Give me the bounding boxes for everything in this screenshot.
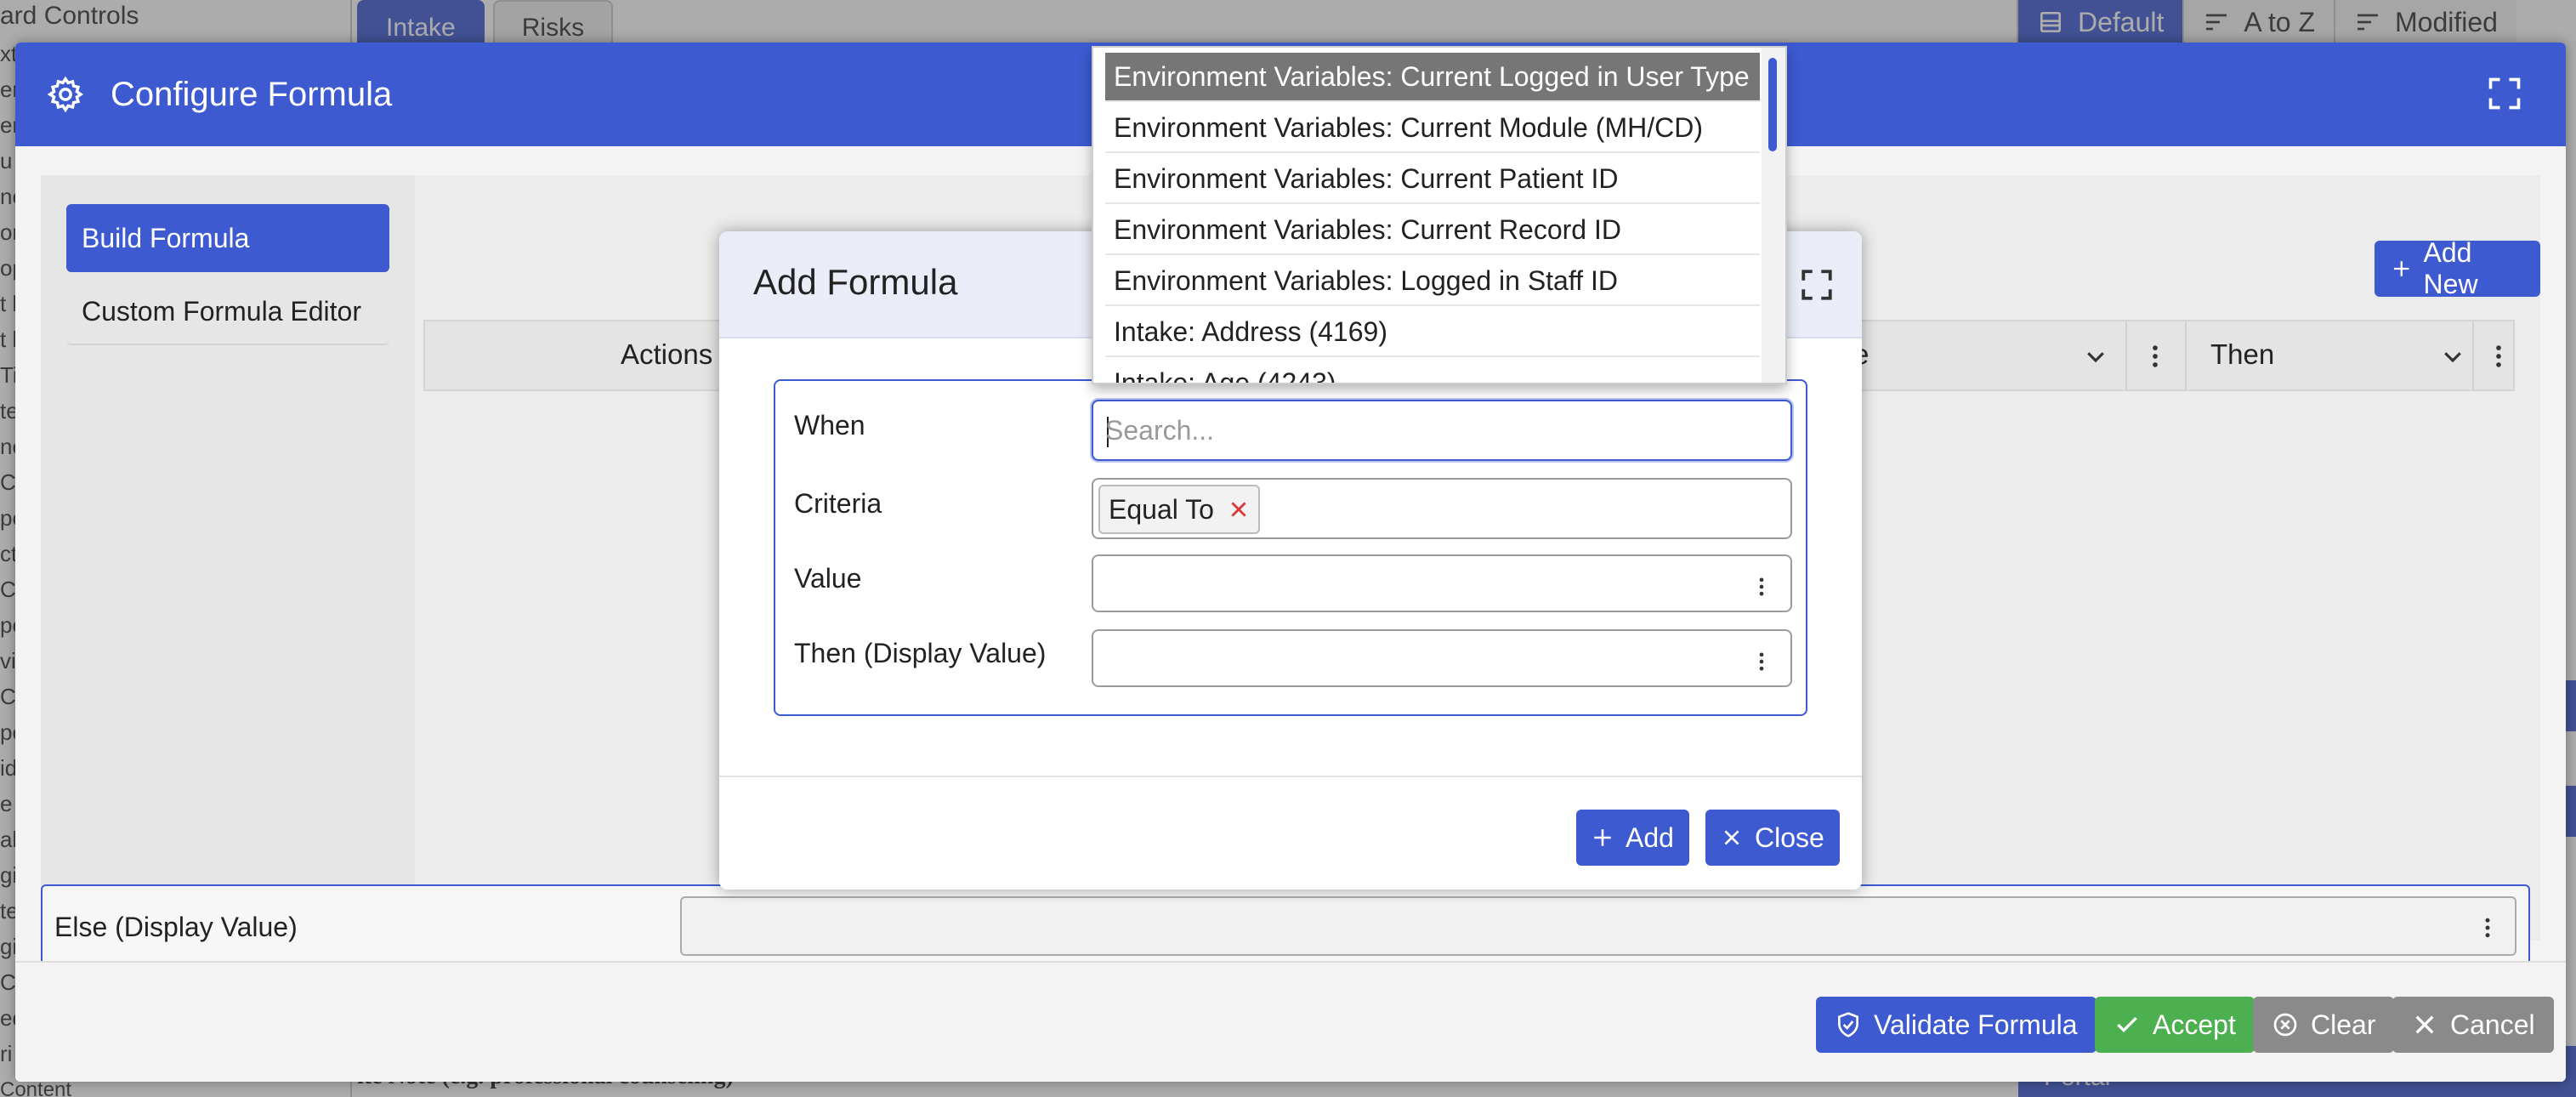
x-icon [2415, 1015, 2434, 1034]
nav-custom-formula-editor[interactable]: Custom Formula Editor [66, 277, 389, 345]
validate-formula-label: Validate Formula [1874, 1009, 2078, 1040]
formula-mode-nav: Build Formula Custom Formula Editor [41, 175, 415, 941]
add-formula-footer: Add Close [719, 776, 1862, 890]
kebab-icon[interactable] [2486, 342, 2511, 371]
when-options-dropdown: Environment Variables: Current Logged in… [1092, 46, 1787, 384]
remove-icon[interactable] [1228, 498, 1250, 520]
dropdown-option[interactable]: Environment Variables: Current Patient I… [1105, 155, 1760, 204]
chevron-down-icon[interactable] [2440, 344, 2465, 369]
column-divider [2125, 321, 2127, 389]
else-value-input[interactable] [680, 896, 2516, 956]
search-input[interactable] [1105, 408, 1777, 452]
kebab-icon[interactable] [2477, 915, 2498, 941]
criteria-label: Criteria [794, 488, 882, 519]
nav-build-formula[interactable]: Build Formula [66, 204, 389, 272]
cancel-button[interactable]: Cancel [2392, 997, 2554, 1053]
condition-form: When Criteria Equal To Value Then (Displ… [774, 379, 1807, 716]
expand-icon[interactable] [1799, 267, 1835, 303]
clear-label: Clear [2311, 1009, 2376, 1040]
validate-formula-button[interactable]: Validate Formula [1816, 997, 2097, 1053]
column-then[interactable]: Then [2210, 338, 2274, 371]
scrollbar-thumb[interactable] [1768, 58, 1777, 151]
chevron-down-icon[interactable] [2083, 344, 2108, 369]
then-label: Then (Display Value) [794, 638, 1047, 668]
criteria-chip-label: Equal To [1109, 493, 1214, 525]
clear-button[interactable]: Clear [2253, 997, 2395, 1053]
add-formula-title: Add Formula [753, 262, 958, 302]
gear-icon [47, 76, 84, 113]
close-label: Close [1755, 821, 1824, 853]
dropdown-option[interactable]: Environment Variables: Logged in Staff I… [1105, 257, 1760, 306]
dropdown-option[interactable]: Environment Variables: Current Logged in… [1105, 53, 1760, 102]
value-label: Value [794, 563, 862, 594]
else-row: Else (Display Value) [41, 884, 2530, 969]
when-search-field[interactable] [1092, 400, 1792, 461]
circle-x-icon [2273, 1013, 2297, 1037]
plus-icon [1594, 829, 1611, 846]
else-label: Else (Display Value) [54, 912, 298, 942]
close-button[interactable]: Close [1705, 810, 1840, 866]
dialog-title: Configure Formula [111, 75, 393, 113]
shield-check-icon [1838, 1012, 1858, 1037]
criteria-chip: Equal To [1098, 485, 1260, 534]
expand-icon[interactable] [2486, 75, 2523, 112]
value-input[interactable] [1092, 554, 1792, 612]
accept-label: Accept [2153, 1009, 2236, 1040]
add-label: Add [1626, 821, 1674, 853]
when-label: When [794, 410, 865, 441]
add-new-button[interactable]: Add New [2375, 237, 2540, 299]
kebab-icon[interactable] [1753, 650, 1770, 674]
plus-icon [2393, 261, 2409, 276]
then-input[interactable] [1092, 629, 1792, 687]
add-new-label: Add New [2423, 237, 2478, 299]
dropdown-option[interactable]: Intake: Age (4243) [1105, 359, 1760, 383]
add-button[interactable]: Add [1576, 810, 1689, 866]
check-icon [2117, 1016, 2137, 1033]
x-icon [1724, 830, 1739, 845]
column-divider [2185, 321, 2187, 389]
configure-formula-footer: Validate Formula Accept Clear Cancel [15, 961, 2566, 1082]
kebab-icon[interactable] [2142, 342, 2168, 371]
cancel-label: Cancel [2450, 1009, 2535, 1040]
column-actions: Actions [621, 338, 713, 370]
dropdown-scrollbar[interactable] [1762, 48, 1785, 383]
criteria-field[interactable]: Equal To [1092, 478, 1792, 539]
dropdown-option[interactable]: Environment Variables: Current Record ID [1105, 206, 1760, 255]
column-divider [2472, 321, 2474, 389]
dropdown-option[interactable]: Environment Variables: Current Module (M… [1105, 104, 1760, 153]
dropdown-option[interactable]: Intake: Address (4169) [1105, 308, 1760, 357]
accept-button[interactable]: Accept [2095, 997, 2255, 1053]
kebab-icon[interactable] [1753, 575, 1770, 599]
